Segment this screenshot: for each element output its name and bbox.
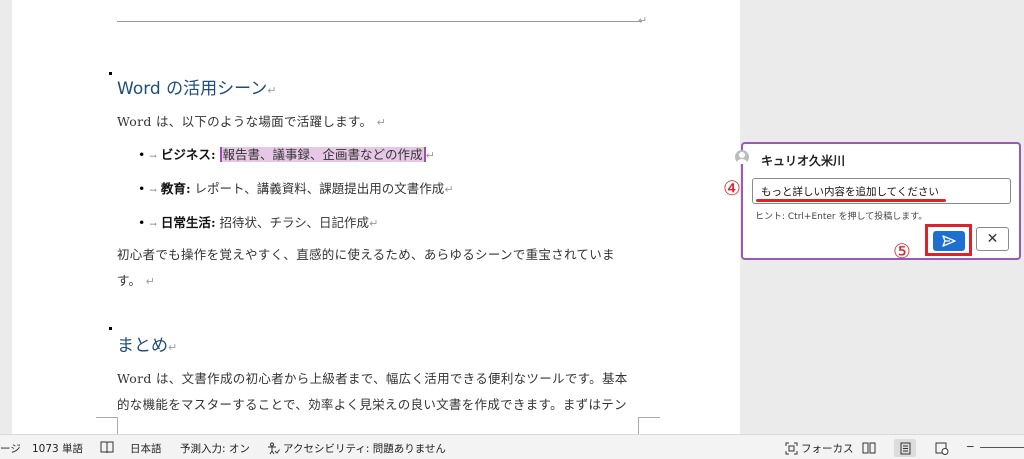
- focus-mode-button[interactable]: フォーカス: [785, 441, 854, 456]
- web-layout-button[interactable]: [931, 439, 953, 457]
- book-icon: [862, 442, 876, 454]
- paragraph-mark-icon: ↵: [267, 84, 277, 97]
- summary-paragraph-line1[interactable]: Word は、文書作成の初心者から上級者まで、幅広く活用できる便利なツールです。…: [117, 368, 628, 387]
- tab-arrow-icon: →: [149, 220, 157, 230]
- body-paragraph-line2[interactable]: す。 ↵: [117, 270, 155, 289]
- print-layout-button[interactable]: [894, 439, 916, 457]
- tab-arrow-icon: →: [149, 186, 157, 196]
- accessibility-icon: [268, 442, 280, 455]
- heading-bullet-marker: [109, 72, 112, 75]
- top-horizontal-rule: [117, 21, 642, 22]
- comment-author: キュリオ久米川: [761, 154, 846, 168]
- page-indicator[interactable]: ージ: [0, 441, 21, 456]
- bullet-icon: •: [138, 147, 146, 162]
- list-item-education[interactable]: • → 教育: レポート、講義資料、課題提出用の文書作成↵: [138, 178, 454, 197]
- zoom-slider[interactable]: [980, 447, 1024, 448]
- heading-summary[interactable]: まとめ↵: [117, 331, 177, 356]
- crop-mark-right: [638, 417, 660, 434]
- predictive-input-status[interactable]: 予測入力: オン: [180, 441, 250, 456]
- list-item-business[interactable]: • → ビジネス: 報告書、議事録、企画書などの作成 ↵: [138, 144, 435, 163]
- summary-paragraph-line2[interactable]: 的な機能をマスターすることで、効率よく見栄えの良い文書を作成できます。まずはテン: [117, 394, 627, 413]
- zoom-out-button[interactable]: −: [966, 441, 975, 453]
- intro-paragraph[interactable]: Word は、以下のような場面で活躍します。 ↵: [117, 111, 386, 130]
- heading-bullet-marker: [109, 327, 112, 330]
- post-comment-button[interactable]: [933, 231, 965, 251]
- proofing-icon[interactable]: [100, 441, 114, 454]
- language-indicator[interactable]: 日本語: [130, 441, 162, 456]
- annotation-underline: [756, 199, 946, 202]
- tab-arrow-icon: →: [149, 152, 157, 162]
- list-item-daily-life[interactable]: • → 日常生活: 招待状、チラシ、日記作成↵: [138, 212, 378, 231]
- status-bar: ージ 1073 単語 日本語 予測入力: オン アクセシビリティ: 問題ありませ…: [0, 434, 1024, 459]
- read-mode-button[interactable]: [858, 439, 880, 457]
- send-button-highlight: [925, 224, 972, 256]
- send-icon: [942, 235, 956, 247]
- paragraph-mark-icon: ↵: [444, 183, 454, 196]
- page-icon: [900, 442, 910, 454]
- commented-highlight[interactable]: 報告書、議事録、企画書などの作成: [219, 147, 426, 162]
- step-number-4: ④: [723, 176, 741, 200]
- close-icon: ✕: [986, 231, 999, 247]
- paragraph-mark-icon: ↵: [376, 116, 387, 129]
- comment-hint: ヒント: Ctrl+Enter を押して投稿します。: [755, 212, 928, 222]
- accessibility-status[interactable]: アクセシビリティ: 問題ありません: [266, 441, 446, 456]
- heading-usage-scenes[interactable]: Word の活用シーン↵: [117, 74, 276, 99]
- avatar-icon: [735, 150, 749, 164]
- bullet-icon: •: [138, 215, 146, 230]
- paragraph-mark-icon: ↵: [145, 275, 156, 288]
- bullet-icon: •: [138, 181, 146, 196]
- focus-icon: [785, 442, 798, 455]
- cancel-comment-button[interactable]: ✕: [976, 227, 1009, 251]
- paragraph-mark-icon: ↵: [425, 149, 435, 162]
- crop-mark-left: [96, 417, 118, 434]
- paragraph-mark-icon: ↵: [168, 341, 178, 354]
- web-layout-icon: [935, 442, 949, 455]
- paragraph-mark-icon: ↵: [638, 14, 648, 27]
- word-count[interactable]: 1073 単語: [32, 441, 83, 456]
- paragraph-mark-icon: ↵: [369, 217, 379, 230]
- body-paragraph-line1[interactable]: 初心者でも操作を覚えやすく、直感的に使えるため、あらゆるシーンで重宝されていま: [117, 244, 615, 263]
- step-number-5: ⑤: [893, 239, 911, 263]
